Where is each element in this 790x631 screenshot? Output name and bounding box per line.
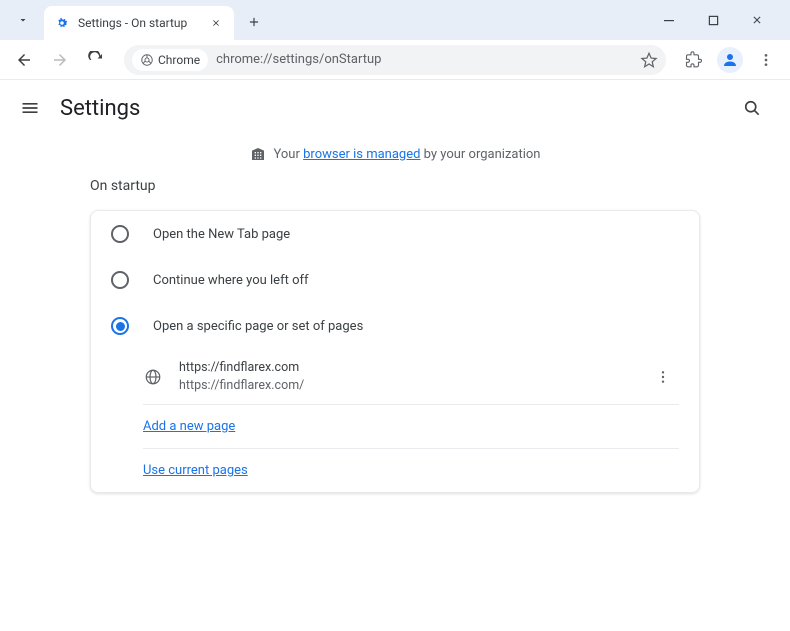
reload-button[interactable] xyxy=(80,44,112,76)
maximize-button[interactable] xyxy=(698,5,728,35)
puzzle-icon xyxy=(685,51,703,69)
browser-tab[interactable]: Settings - On startup xyxy=(44,6,234,40)
option-label: Open a specific page or set of pages xyxy=(153,319,363,334)
close-window-button[interactable] xyxy=(742,5,772,35)
chrome-menu-button[interactable] xyxy=(750,44,782,76)
title-bar: Settings - On startup xyxy=(0,0,790,40)
building-icon xyxy=(250,146,266,162)
maximize-icon xyxy=(708,15,719,26)
managed-link[interactable]: browser is managed xyxy=(303,147,420,162)
bookmark-button[interactable] xyxy=(640,51,658,69)
tab-title: Settings - On startup xyxy=(78,16,200,30)
startup-page-row: https://findflarex.com https://findflare… xyxy=(91,349,699,404)
tab-close-button[interactable] xyxy=(208,15,224,31)
radio-unchecked[interactable] xyxy=(111,271,129,289)
add-new-page-link[interactable]: Add a new page xyxy=(143,419,235,434)
startup-options-card: Open the New Tab page Continue where you… xyxy=(90,210,700,493)
option-continue[interactable]: Continue where you left off xyxy=(91,257,699,303)
option-label: Continue where you left off xyxy=(153,273,309,288)
close-icon xyxy=(211,18,221,28)
section-title: On startup xyxy=(90,178,700,194)
page-url: https://findflarex.com/ xyxy=(179,377,631,395)
radio-checked[interactable] xyxy=(111,317,129,335)
chevron-down-icon xyxy=(17,14,29,26)
back-button[interactable] xyxy=(8,44,40,76)
browser-toolbar: Chrome chrome://settings/onStartup xyxy=(0,40,790,80)
radio-unchecked[interactable] xyxy=(111,225,129,243)
url-text: chrome://settings/onStartup xyxy=(216,52,632,67)
extensions-button[interactable] xyxy=(678,44,710,76)
managed-banner: Your browser is managed by your organiza… xyxy=(0,136,790,178)
star-icon xyxy=(640,51,658,69)
forward-button[interactable] xyxy=(44,44,76,76)
option-new-tab[interactable]: Open the New Tab page xyxy=(91,211,699,257)
page-title: Settings xyxy=(60,96,140,121)
page-more-button[interactable] xyxy=(647,361,679,393)
plus-icon xyxy=(247,15,261,29)
address-bar[interactable]: Chrome chrome://settings/onStartup xyxy=(124,45,666,75)
window-controls xyxy=(654,5,782,35)
arrow-left-icon xyxy=(15,51,33,69)
close-icon xyxy=(751,14,763,26)
arrow-right-icon xyxy=(51,51,69,69)
gear-icon xyxy=(54,15,70,31)
chrome-chip: Chrome xyxy=(132,49,208,71)
option-specific-pages[interactable]: Open a specific page or set of pages xyxy=(91,303,699,349)
add-page-row: Add a new page xyxy=(91,405,699,448)
person-icon xyxy=(721,51,739,69)
reload-icon xyxy=(87,51,105,69)
avatar xyxy=(717,47,743,73)
chrome-chip-label: Chrome xyxy=(158,53,200,67)
new-tab-button[interactable] xyxy=(240,8,268,36)
use-current-row: Use current pages xyxy=(91,449,699,492)
settings-content: On startup Open the New Tab page Continu… xyxy=(0,178,790,493)
page-name: https://findflarex.com xyxy=(179,359,631,377)
settings-header: Settings xyxy=(0,80,790,136)
minimize-icon xyxy=(663,14,675,26)
option-label: Open the New Tab page xyxy=(153,227,290,242)
chrome-logo-icon xyxy=(140,53,154,67)
use-current-pages-link[interactable]: Use current pages xyxy=(143,463,248,478)
profile-button[interactable] xyxy=(714,44,746,76)
page-info: https://findflarex.com https://findflare… xyxy=(179,359,631,394)
minimize-button[interactable] xyxy=(654,5,684,35)
globe-icon xyxy=(143,367,163,387)
search-icon xyxy=(742,98,762,118)
more-vert-icon xyxy=(655,369,671,385)
more-vert-icon xyxy=(758,52,774,68)
hamburger-icon xyxy=(20,98,40,118)
menu-button[interactable] xyxy=(20,98,40,118)
tab-search-dropdown[interactable] xyxy=(8,5,38,35)
managed-text: Your browser is managed by your organiza… xyxy=(274,147,541,162)
search-settings-button[interactable] xyxy=(734,90,770,126)
